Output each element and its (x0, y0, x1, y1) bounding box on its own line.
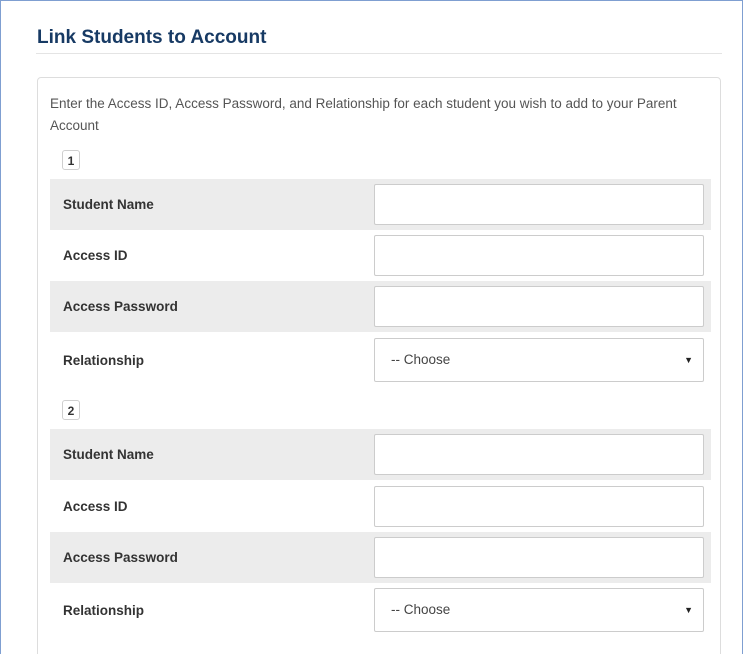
student-2-access-id-input[interactable] (374, 486, 704, 527)
student-number-badge: 1 (62, 150, 80, 170)
student-name-label: Student Name (63, 447, 154, 462)
access-id-label: Access ID (63, 248, 128, 263)
page-title: Link Students to Account (37, 27, 267, 48)
relationship-selected-value: -- Choose (391, 352, 451, 367)
access-password-label: Access Password (63, 299, 178, 314)
title-divider (36, 53, 722, 54)
relationship-label: Relationship (63, 353, 145, 368)
student-1-access-password-row: Access Password (50, 281, 711, 332)
instructions-text: Enter the Access ID, Access Password, an… (50, 96, 677, 133)
student-2-access-password-row: Access Password (50, 532, 711, 583)
access-password-label: Access Password (63, 550, 178, 565)
student-1-access-id-row: Access ID (50, 230, 711, 281)
relationship-selected-value: -- Choose (391, 602, 451, 617)
student-1-access-id-input[interactable] (374, 235, 704, 276)
student-1-name-input[interactable] (374, 184, 704, 225)
student-2-access-password-input[interactable] (374, 537, 704, 578)
caret-down-icon: ▼ (684, 605, 693, 615)
relationship-label: Relationship (63, 603, 145, 618)
student-2-name-row: Student Name (50, 429, 711, 480)
student-1-relationship-select[interactable]: -- Choose ▼ (374, 338, 704, 382)
student-2-relationship-row: Relationship -- Choose ▼ (50, 585, 711, 636)
student-1-access-password-input[interactable] (374, 286, 704, 327)
caret-down-icon: ▼ (684, 355, 693, 365)
student-2-access-id-row: Access ID (50, 481, 711, 532)
student-1-relationship-row: Relationship -- Choose ▼ (50, 335, 711, 386)
student-number-badge: 2 (62, 400, 80, 420)
student-name-label: Student Name (63, 197, 154, 212)
student-2-relationship-select[interactable]: -- Choose ▼ (374, 588, 704, 632)
student-1-name-row: Student Name (50, 179, 711, 230)
student-2-name-input[interactable] (374, 434, 704, 475)
access-id-label: Access ID (63, 499, 128, 514)
link-students-page: Link Students to Account Enter the Acces… (0, 0, 743, 654)
